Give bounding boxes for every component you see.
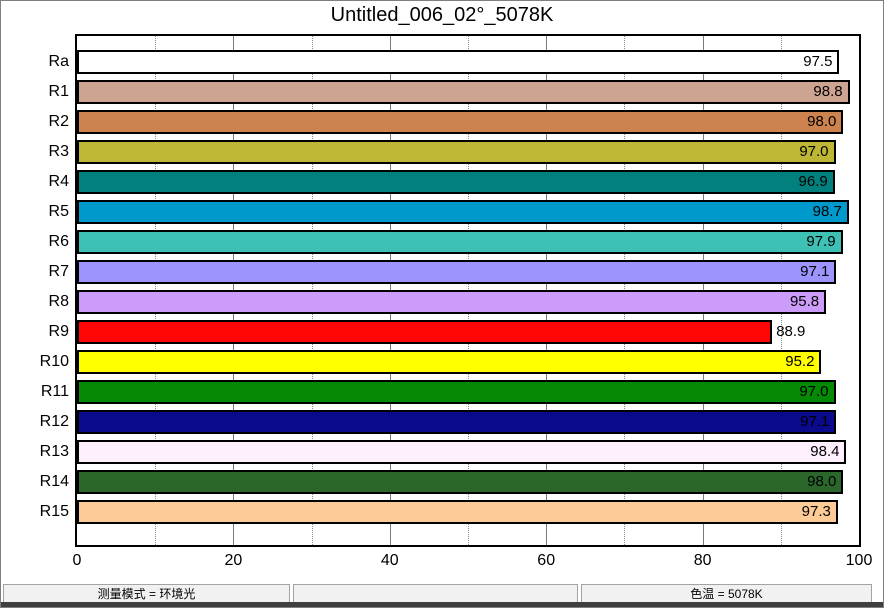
y-axis-label-ra: Ra (1, 50, 69, 74)
x-axis-tick-60: 60 (537, 552, 555, 570)
bar-value-label: 98.7 (813, 202, 842, 222)
x-axis-tick-40: 40 (381, 552, 399, 570)
bar-value-label: 97.5 (803, 52, 832, 72)
y-axis-label-r9: R9 (1, 320, 69, 344)
bottom-strip (1, 602, 884, 607)
bar-r12: 97.1 (77, 410, 836, 434)
y-axis-label-r2: R2 (1, 110, 69, 134)
bar-value-label: 97.0 (799, 142, 828, 162)
bar-r6: 97.9 (77, 230, 843, 254)
bar-r14: 98.0 (77, 470, 843, 494)
y-axis-label-r1: R1 (1, 80, 69, 104)
y-axis-label-r14: R14 (1, 470, 69, 494)
x-axis-tick-100: 100 (846, 552, 873, 570)
bar-value-label: 98.8 (813, 82, 842, 102)
bar-row: 98.8 (77, 80, 859, 110)
y-axis-label-r4: R4 (1, 170, 69, 194)
y-axis-label-r10: R10 (1, 350, 69, 374)
bar-value-label: 95.8 (790, 292, 819, 312)
bar-row: 98.0 (77, 110, 859, 140)
x-axis-tick-20: 20 (224, 552, 242, 570)
y-axis-label-r3: R3 (1, 140, 69, 164)
bar-row: 95.8 (77, 290, 859, 320)
bar-r3: 97.0 (77, 140, 836, 164)
bar-value-label: 95.2 (785, 352, 814, 372)
bar-r13: 98.4 (77, 440, 846, 464)
bar-row: 88.9 (77, 320, 859, 350)
cri-chart-window: Untitled_006_02°_5078K 97.598.898.097.09… (0, 0, 884, 608)
y-axis-label-r6: R6 (1, 230, 69, 254)
bar-value-label: 88.9 (776, 322, 805, 342)
bar-r10: 95.2 (77, 350, 821, 374)
bar-r11: 97.0 (77, 380, 836, 404)
bar-ra: 97.5 (77, 50, 839, 74)
bar-value-label: 97.1 (800, 262, 829, 282)
bar-row: 96.9 (77, 170, 859, 200)
bar-value-label: 97.3 (802, 502, 831, 522)
bar-r4: 96.9 (77, 170, 835, 194)
bar-r8: 95.8 (77, 290, 826, 314)
bar-row: 98.4 (77, 440, 859, 470)
y-axis-label-r11: R11 (1, 380, 69, 404)
y-axis-label-r12: R12 (1, 410, 69, 434)
bar-r2: 98.0 (77, 110, 843, 134)
bar-row: 97.1 (77, 260, 859, 290)
plot-area: 97.5 98.8 98.0 97.0 96.9 98.7 97.9 97.1 95.8 88.9… (75, 34, 861, 547)
bar-value-label: 96.9 (799, 172, 828, 192)
bar-value-label: 98.0 (807, 112, 836, 132)
bar-row: 95.2 (77, 350, 859, 380)
bar-row: 97.1 (77, 410, 859, 440)
bar-value-label: 97.9 (806, 232, 835, 252)
bar-row: 97.0 (77, 380, 859, 410)
bar-row: 97.5 (77, 50, 859, 80)
bar-value-label: 97.1 (800, 412, 829, 432)
y-axis-label-r15: R15 (1, 500, 69, 524)
bar-row: 97.9 (77, 230, 859, 260)
bar-row: 98.7 (77, 200, 859, 230)
y-axis-label-r7: R7 (1, 260, 69, 284)
bar-value-label: 98.4 (810, 442, 839, 462)
y-axis-label-r5: R5 (1, 200, 69, 224)
bar-value-label: 97.0 (799, 382, 828, 402)
bars-layer: 97.5 98.8 98.0 97.0 96.9 98.7 97.9 97.1 95.8 88.9… (77, 50, 859, 530)
bar-value-label: 98.0 (807, 472, 836, 492)
bar-r15: 97.3 (77, 500, 838, 524)
bar-r5: 98.7 (77, 200, 849, 224)
y-axis-label-r13: R13 (1, 440, 69, 464)
bar-r7: 97.1 (77, 260, 836, 284)
bar-row: 98.0 (77, 470, 859, 500)
bar-r1: 98.8 (77, 80, 850, 104)
bar-row: 97.3 (77, 500, 859, 530)
y-axis-labels: Ra R1 R2 R3 R4 R5 R6 R7 R8 R9 R10 R11 R12 R13 R14 R15 (1, 50, 69, 530)
x-axis-tick-80: 80 (694, 552, 712, 570)
x-axis-tick-0: 0 (73, 552, 82, 570)
chart-title: Untitled_006_02°_5078K (1, 4, 883, 27)
bar-row: 97.0 (77, 140, 859, 170)
y-axis-label-r8: R8 (1, 290, 69, 314)
bar-r9 (77, 320, 772, 344)
